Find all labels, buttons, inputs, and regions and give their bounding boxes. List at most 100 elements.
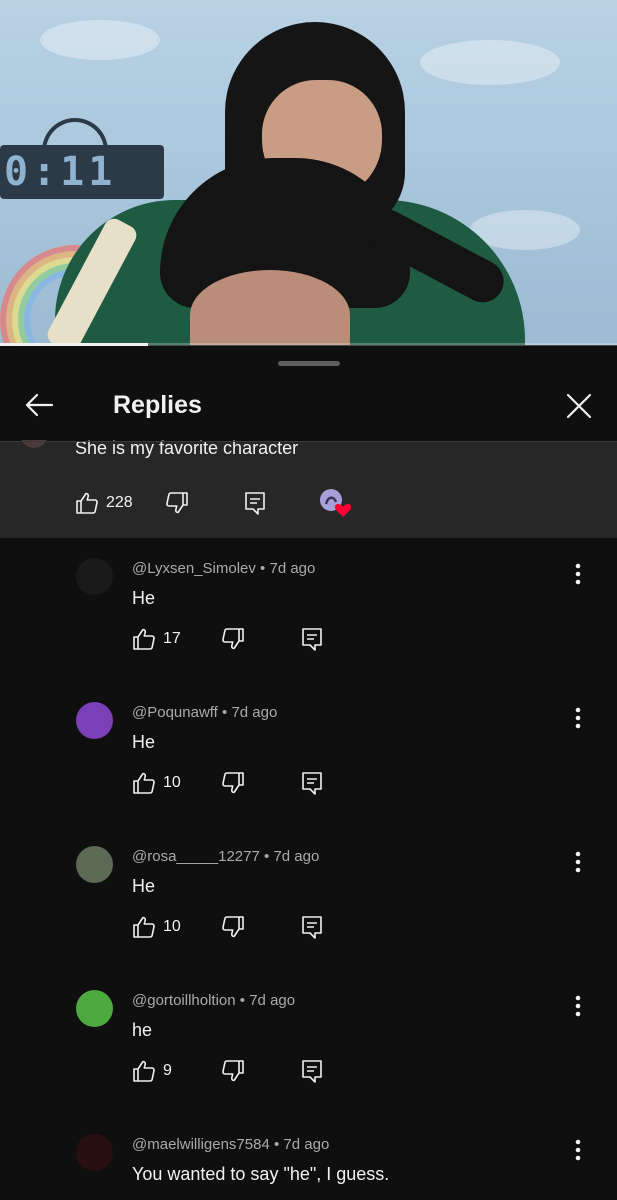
- avatar[interactable]: [76, 990, 113, 1027]
- reply-button[interactable]: [300, 768, 324, 798]
- comment-timestamp: 7d ago: [231, 704, 278, 721]
- avatar[interactable]: [76, 702, 113, 739]
- creator-heart-badge: [318, 488, 352, 518]
- thumbs-up-icon: [133, 1060, 155, 1082]
- reply-button[interactable]: [300, 624, 324, 654]
- header-divider: [0, 441, 617, 442]
- dislike-button[interactable]: [221, 768, 245, 798]
- thumbs-down-icon: [222, 772, 244, 794]
- comment-reply-icon: [245, 492, 265, 515]
- more-options-button[interactable]: [566, 558, 590, 590]
- dislike-button[interactable]: [165, 488, 189, 518]
- background-cloud: [420, 40, 560, 85]
- dislike-button[interactable]: [221, 624, 245, 654]
- avatar[interactable]: [76, 846, 113, 883]
- comment-text: He: [132, 732, 156, 752]
- thumbs-up-icon: [133, 772, 155, 794]
- like-button[interactable]: 228: [75, 488, 133, 518]
- like-count: 9: [163, 1062, 172, 1079]
- comment-text: He: [132, 588, 156, 608]
- comment-text: He: [132, 876, 156, 896]
- avatar[interactable]: [76, 1134, 113, 1171]
- comment-actions: 10: [132, 768, 352, 798]
- reply-comment: @maelwilligens7584 • 7d ago You wanted t…: [0, 1114, 617, 1200]
- background-cloud: [40, 20, 160, 60]
- thumbs-down-icon: [222, 1060, 244, 1082]
- reply-comment: @gortoillholtion • 7d ago he 9: [0, 970, 617, 1114]
- creator-avatar-heart-icon: [320, 489, 352, 517]
- reply-comment: @rosa_____12277 • 7d ago He 10: [0, 826, 617, 970]
- dislike-button[interactable]: [221, 912, 245, 942]
- more-options-button[interactable]: [566, 846, 590, 878]
- more-vertical-icon: [575, 707, 581, 729]
- more-options-button[interactable]: [566, 1134, 590, 1166]
- comment-timestamp: 7d ago: [273, 848, 320, 865]
- like-count: 228: [106, 494, 133, 511]
- comment-reply-icon: [302, 1060, 322, 1083]
- like-button[interactable]: 17: [132, 624, 181, 654]
- more-options-button[interactable]: [566, 702, 590, 734]
- comment-actions: 9: [132, 1056, 352, 1086]
- thumbs-up-icon: [133, 916, 155, 938]
- close-button[interactable]: [561, 388, 597, 424]
- thumbs-down-icon: [222, 628, 244, 650]
- comment-actions: 10: [132, 912, 352, 942]
- like-count: 17: [163, 630, 181, 647]
- panel-title: Replies: [113, 391, 202, 419]
- meta-separator: •: [255, 560, 270, 577]
- more-options-button[interactable]: [566, 990, 590, 1022]
- comment-reply-icon: [302, 628, 322, 651]
- more-vertical-icon: [575, 563, 581, 585]
- comment-text: You wanted to say "he", I guess.: [132, 1164, 390, 1184]
- like-button[interactable]: 9: [132, 1056, 172, 1086]
- comment-reply-icon: [302, 772, 322, 795]
- reply-button[interactable]: [243, 488, 267, 518]
- comment-actions: 17: [132, 624, 352, 654]
- comment-actions: 228: [75, 488, 375, 518]
- meta-separator: •: [259, 848, 274, 865]
- avatar[interactable]: [76, 558, 113, 595]
- parent-comment: She is my favorite character 228: [0, 434, 617, 538]
- reply-button[interactable]: [300, 1056, 324, 1086]
- comment-timestamp: 7d ago: [283, 1136, 330, 1153]
- like-count: 10: [163, 774, 181, 791]
- video-player[interactable]: 0:11: [0, 0, 617, 345]
- comment-timestamp: 7d ago: [269, 560, 316, 577]
- comment-meta: @rosa_____12277 • 7d ago: [132, 847, 319, 867]
- thumbs-up-icon: [133, 628, 155, 650]
- author-handle[interactable]: @Lyxsen_Simolev: [132, 560, 256, 577]
- reply-comment: @Lyxsen_Simolev • 7d ago He 17: [0, 538, 617, 682]
- comment-meta: @maelwilligens7584 • 7d ago: [132, 1135, 329, 1155]
- thumbs-down-icon: [166, 492, 188, 514]
- meta-separator: •: [217, 704, 232, 721]
- author-handle[interactable]: @gortoillholtion: [132, 992, 236, 1009]
- comment-meta: @Poqunawff • 7d ago: [132, 703, 277, 723]
- comment-timestamp: 7d ago: [249, 992, 296, 1009]
- like-button[interactable]: 10: [132, 768, 181, 798]
- comment-meta: @gortoillholtion • 7d ago: [132, 991, 295, 1011]
- drag-handle[interactable]: [278, 361, 340, 366]
- author-handle[interactable]: @maelwilligens7584: [132, 1136, 270, 1153]
- dislike-button[interactable]: [221, 1056, 245, 1086]
- meta-separator: •: [269, 1136, 284, 1153]
- panel-header: Replies: [0, 368, 617, 440]
- comment-reply-icon: [302, 916, 322, 939]
- comment-text: he: [132, 1020, 153, 1040]
- like-count: 10: [163, 918, 181, 935]
- thumbs-down-icon: [222, 916, 244, 938]
- comment-meta: @Lyxsen_Simolev • 7d ago: [132, 559, 315, 579]
- replies-panel: Replies She is my favorite character 228: [0, 346, 617, 1200]
- like-button[interactable]: 10: [132, 912, 181, 942]
- reply-comment: @Poqunawff • 7d ago He 10: [0, 682, 617, 826]
- reply-button[interactable]: [300, 912, 324, 942]
- author-handle[interactable]: @rosa_____12277: [132, 848, 260, 865]
- thumbs-up-icon: [76, 492, 98, 514]
- more-vertical-icon: [575, 1139, 581, 1161]
- close-icon: [566, 393, 592, 419]
- more-vertical-icon: [575, 995, 581, 1017]
- back-button[interactable]: [20, 388, 58, 422]
- video-scoreboard-clock: 0:11: [0, 145, 164, 199]
- arrow-left-icon: [25, 393, 54, 417]
- author-handle[interactable]: @Poqunawff: [132, 704, 218, 721]
- meta-separator: •: [235, 992, 250, 1009]
